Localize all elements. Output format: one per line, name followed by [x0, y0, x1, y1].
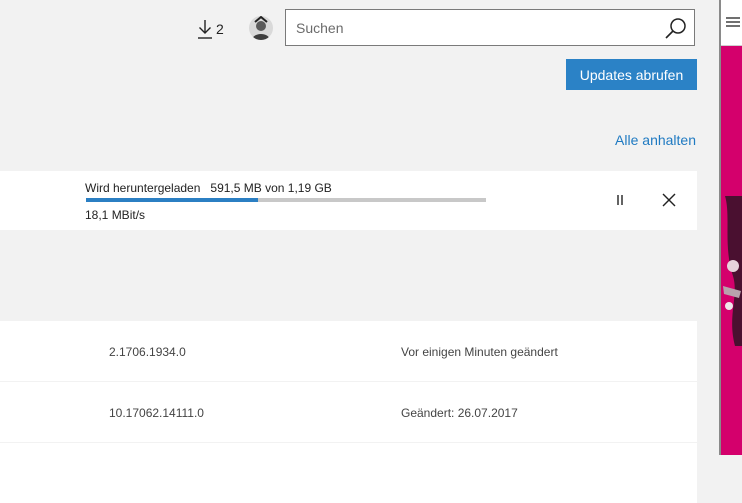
pause-icon: [617, 195, 623, 205]
downloads-count: 2: [216, 21, 224, 37]
download-progress-fill: [86, 198, 258, 202]
close-icon: [662, 193, 676, 207]
get-updates-button[interactable]: Updates abrufen: [566, 59, 697, 90]
pause-button[interactable]: [610, 190, 630, 210]
download-icon: [198, 20, 212, 39]
download-size: 591,5 MB von 1,19 GB: [210, 181, 332, 195]
downloads-indicator[interactable]: 2: [197, 16, 224, 42]
download-status-line: Wird heruntergeladen 591,5 MB von 1,19 GB: [85, 181, 332, 195]
search-button[interactable]: [664, 16, 688, 40]
search-box: [285, 9, 695, 46]
app-changed: Geändert: 26.07.2017: [401, 406, 518, 420]
search-input[interactable]: [286, 10, 666, 45]
hamburger-icon: [726, 17, 740, 27]
app-version: 2.1706.1934.0: [109, 345, 186, 359]
app-changed: Vor einigen Minuten geändert: [401, 345, 558, 359]
download-item: Wird heruntergeladen 591,5 MB von 1,19 GB…: [0, 171, 697, 230]
hero-image: [721, 46, 742, 455]
download-status: Wird heruntergeladen: [85, 181, 201, 195]
pause-all-link[interactable]: Alle anhalten: [615, 132, 696, 148]
list-item[interactable]: 10.17062.14111.0 Geändert: 26.07.2017: [0, 382, 697, 442]
app-version: 10.17062.14111.0: [109, 406, 204, 420]
list-item[interactable]: 2.1706.1934.0 Vor einigen Minuten geände…: [0, 321, 697, 381]
cancel-download-button[interactable]: [659, 190, 679, 210]
download-progress-bar: [86, 198, 486, 202]
adjacent-window: [719, 0, 742, 455]
download-speed: 18,1 MBit/s: [85, 208, 146, 222]
list-item[interactable]: [0, 443, 697, 503]
avatar[interactable]: [249, 16, 273, 40]
search-icon: [665, 18, 686, 39]
menu-button[interactable]: [725, 14, 741, 30]
